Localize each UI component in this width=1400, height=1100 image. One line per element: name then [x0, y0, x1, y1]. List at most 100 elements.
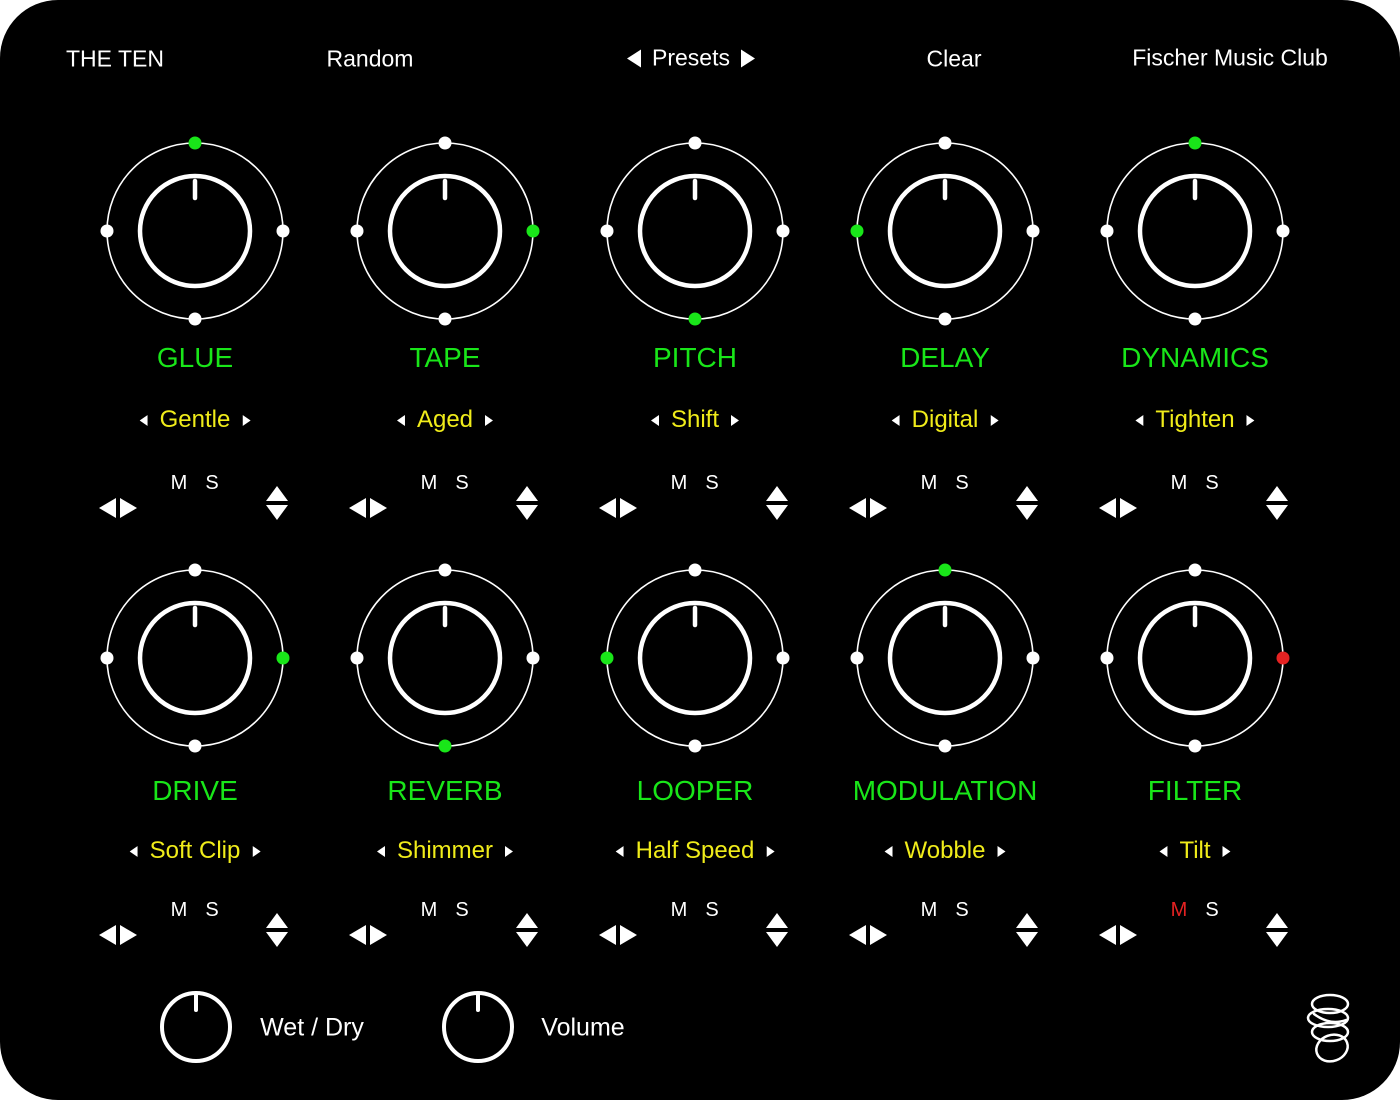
glue-position-dot-top[interactable] [188, 136, 202, 150]
reverb-solo-button[interactable]: S [455, 900, 468, 920]
filter-preset-next-icon[interactable] [1222, 845, 1231, 857]
reverb-knob[interactable] [345, 558, 545, 758]
filter-mute-button[interactable]: M [1171, 900, 1188, 920]
glue-position-dot-right[interactable] [276, 224, 290, 238]
filter-preset-name[interactable]: Tilt [1179, 837, 1210, 865]
tape-preset-next-icon[interactable] [485, 414, 494, 426]
modulation-preset-name[interactable]: Wobble [905, 837, 986, 865]
modulation-position-dot-left[interactable] [850, 651, 864, 665]
pitch-solo-button[interactable]: S [705, 473, 718, 493]
tape-position-dot-top[interactable] [438, 136, 452, 150]
looper-position-dot-left[interactable] [600, 651, 614, 665]
delay-move-left-right-icon[interactable] [848, 497, 888, 519]
clear-button[interactable]: Clear [927, 47, 982, 71]
delay-solo-button[interactable]: S [955, 473, 968, 493]
pitch-preset-next-icon[interactable] [731, 414, 740, 426]
delay-position-dot-bottom[interactable] [938, 312, 952, 326]
drive-position-dot-top[interactable] [188, 563, 202, 577]
modulation-knob[interactable] [845, 558, 1045, 758]
delay-knob[interactable] [845, 131, 1045, 331]
presets-next-icon[interactable] [740, 48, 756, 68]
looper-move-left-right-icon[interactable] [598, 924, 638, 946]
pitch-position-dot-bottom[interactable] [688, 312, 702, 326]
tape-position-dot-left[interactable] [350, 224, 364, 238]
pitch-move-left-right-icon[interactable] [598, 497, 638, 519]
glue-position-dot-bottom[interactable] [188, 312, 202, 326]
dynamics-position-dot-left[interactable] [1100, 224, 1114, 238]
presets-label[interactable]: Presets [652, 45, 730, 72]
presets-prev-icon[interactable] [626, 48, 642, 68]
dynamics-move-left-right-icon[interactable] [1098, 497, 1138, 519]
dynamics-preset-name[interactable]: Tighten [1155, 406, 1234, 434]
filter-position-dot-bottom[interactable] [1188, 739, 1202, 753]
dynamics-position-dot-right[interactable] [1276, 224, 1290, 238]
glue-preset-prev-icon[interactable] [139, 414, 148, 426]
tape-preset-prev-icon[interactable] [396, 414, 405, 426]
filter-move-left-right-icon[interactable] [1098, 924, 1138, 946]
looper-preset-next-icon[interactable] [766, 845, 775, 857]
delay-position-dot-left[interactable] [850, 224, 864, 238]
delay-preset-next-icon[interactable] [990, 414, 999, 426]
filter-move-up-down-icon[interactable] [1265, 912, 1289, 948]
dynamics-move-up-down-icon[interactable] [1265, 485, 1289, 521]
drive-preset-prev-icon[interactable] [129, 845, 138, 857]
tape-mute-button[interactable]: M [421, 473, 438, 493]
glue-preset-next-icon[interactable] [242, 414, 251, 426]
glue-position-dot-left[interactable] [100, 224, 114, 238]
dynamics-mute-button[interactable]: M [1171, 473, 1188, 493]
drive-solo-button[interactable]: S [205, 900, 218, 920]
dynamics-preset-prev-icon[interactable] [1135, 414, 1144, 426]
modulation-position-dot-right[interactable] [1026, 651, 1040, 665]
reverb-mute-button[interactable]: M [421, 900, 438, 920]
pitch-position-dot-top[interactable] [688, 136, 702, 150]
glue-preset-name[interactable]: Gentle [160, 406, 231, 434]
tape-move-up-down-icon[interactable] [515, 485, 539, 521]
drive-preset-name[interactable]: Soft Clip [150, 837, 241, 865]
reverb-position-dot-right[interactable] [526, 651, 540, 665]
pitch-preset-prev-icon[interactable] [650, 414, 659, 426]
reverb-preset-name[interactable]: Shimmer [397, 837, 493, 865]
tape-position-dot-right[interactable] [526, 224, 540, 238]
delay-mute-button[interactable]: M [921, 473, 938, 493]
pitch-position-dot-right[interactable] [776, 224, 790, 238]
looper-knob[interactable] [595, 558, 795, 758]
delay-move-up-down-icon[interactable] [1015, 485, 1039, 521]
reverb-position-dot-top[interactable] [438, 563, 452, 577]
looper-solo-button[interactable]: S [705, 900, 718, 920]
looper-preset-prev-icon[interactable] [615, 845, 624, 857]
looper-preset-name[interactable]: Half Speed [636, 837, 755, 865]
volume-knob[interactable] [438, 988, 518, 1068]
delay-preset-prev-icon[interactable] [891, 414, 900, 426]
reverb-preset-next-icon[interactable] [505, 845, 514, 857]
drive-move-left-right-icon[interactable] [98, 924, 138, 946]
filter-position-dot-left[interactable] [1100, 651, 1114, 665]
glue-move-up-down-icon[interactable] [265, 485, 289, 521]
modulation-mute-button[interactable]: M [921, 900, 938, 920]
pitch-knob[interactable] [595, 131, 795, 331]
modulation-move-up-down-icon[interactable] [1015, 912, 1039, 948]
random-button[interactable]: Random [327, 47, 414, 71]
modulation-preset-next-icon[interactable] [997, 845, 1006, 857]
pitch-mute-button[interactable]: M [671, 473, 688, 493]
glue-move-left-right-icon[interactable] [98, 497, 138, 519]
tape-knob[interactable] [345, 131, 545, 331]
drive-position-dot-bottom[interactable] [188, 739, 202, 753]
reverb-position-dot-left[interactable] [350, 651, 364, 665]
reverb-position-dot-bottom[interactable] [438, 739, 452, 753]
delay-preset-name[interactable]: Digital [912, 406, 979, 434]
filter-solo-button[interactable]: S [1205, 900, 1218, 920]
dynamics-position-dot-top[interactable] [1188, 136, 1202, 150]
delay-position-dot-top[interactable] [938, 136, 952, 150]
modulation-position-dot-bottom[interactable] [938, 739, 952, 753]
reverb-move-left-right-icon[interactable] [348, 924, 388, 946]
modulation-solo-button[interactable]: S [955, 900, 968, 920]
tape-position-dot-bottom[interactable] [438, 312, 452, 326]
delay-position-dot-right[interactable] [1026, 224, 1040, 238]
drive-move-up-down-icon[interactable] [265, 912, 289, 948]
dynamics-solo-button[interactable]: S [1205, 473, 1218, 493]
filter-knob[interactable] [1095, 558, 1295, 758]
drive-preset-next-icon[interactable] [252, 845, 261, 857]
modulation-position-dot-top[interactable] [938, 563, 952, 577]
filter-position-dot-top[interactable] [1188, 563, 1202, 577]
drive-position-dot-left[interactable] [100, 651, 114, 665]
